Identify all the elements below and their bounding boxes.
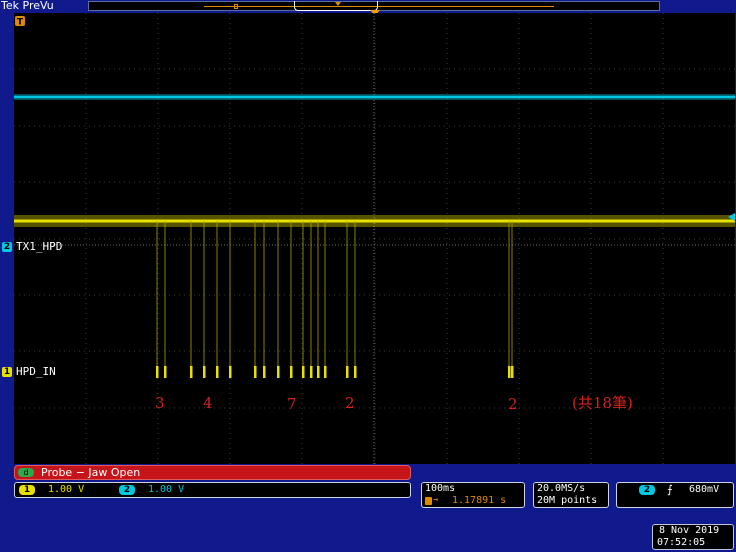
- mode-text: PreVu: [22, 0, 54, 12]
- date-text: 8 Nov 2019: [659, 525, 720, 536]
- ch1-glitch-pulse: [324, 366, 327, 378]
- ch1-glitch-pulse: [277, 366, 280, 378]
- rising-edge-icon: ⨍: [667, 483, 673, 496]
- expansion-point-icon: [335, 2, 341, 6]
- ch1-glitch-pulse: [354, 366, 357, 378]
- sample-rate: 20.0MS/s: [537, 483, 586, 494]
- record-window-line: [204, 6, 554, 7]
- trigger-panel[interactable]: 2 ⨍ 680mV: [616, 482, 734, 508]
- arrow-right-icon: →: [433, 495, 439, 505]
- timebase-position[interactable]: 1.17891 s: [452, 495, 506, 506]
- ch1-glitch-pulse: [263, 366, 266, 378]
- ch1-scale[interactable]: 1.00 V: [48, 484, 84, 495]
- ch1-glitch-pulse: [216, 366, 219, 378]
- ch1-label: HPD_IN: [16, 365, 56, 378]
- annotation-total: (共18筆): [572, 394, 633, 412]
- annotation-count-4: 2: [345, 394, 355, 412]
- probe-status-bar[interactable]: d Probe − Jaw Open: [14, 465, 411, 480]
- timebase-scale[interactable]: 100ms: [425, 483, 455, 494]
- ch1-glitch-pulse: [156, 366, 159, 378]
- ch1-glitch-pulse: [203, 366, 206, 378]
- ch2-label: TX1_HPD: [16, 240, 63, 253]
- timebase-panel[interactable]: 100ms → 1.17891 s: [421, 482, 525, 508]
- trigger-level[interactable]: 680mV: [689, 484, 719, 495]
- probe-badge-icon: d: [18, 468, 34, 477]
- probe-status-text: Probe − Jaw Open: [41, 466, 141, 479]
- trigger-source-badge-icon: 2: [639, 485, 655, 495]
- brand-text: Tek: [1, 0, 19, 12]
- ch1-glitch-pulse: [190, 366, 193, 378]
- ch1-marker-icon[interactable]: 1: [2, 367, 12, 377]
- trigger-position-small-icon: [425, 497, 432, 505]
- ch1-glitch-pulse: [254, 366, 257, 378]
- annotation-count-3: 7: [287, 395, 297, 413]
- ch1-glitch-pulse: [310, 366, 313, 378]
- ch1-glitch-pulse: [508, 366, 511, 378]
- ch1-scale-badge-icon[interactable]: 1: [19, 485, 35, 495]
- channel-scale-panel[interactable]: 1 1.00 V 2 1.00 V: [14, 482, 411, 498]
- ch1-glitch-pulse: [302, 366, 305, 378]
- annotation-count-2: 4: [203, 394, 213, 412]
- time-text: 07:52:05: [657, 537, 706, 548]
- annotation-count-5: 2: [508, 395, 518, 413]
- ch1-glitch-pulse: [346, 366, 349, 378]
- acquisition-panel[interactable]: 20.0MS/s 20M points: [533, 482, 609, 508]
- ch1-glitch-pulse: [290, 366, 293, 378]
- datetime-panel: 8 Nov 2019 07:52:05: [652, 524, 734, 550]
- svg-text:T: T: [17, 18, 24, 28]
- ch2-scale[interactable]: 1.00 V: [148, 484, 184, 495]
- ch1-glitch-pulse: [229, 366, 232, 378]
- top-status-bar: Tek PreVu: [0, 0, 736, 16]
- ch2-scale-badge-icon[interactable]: 2: [119, 485, 135, 495]
- ch1-glitch-pulse: [511, 366, 514, 378]
- trigger-point-icon: [234, 4, 238, 9]
- ch2-marker-icon[interactable]: 2: [2, 242, 12, 252]
- ch1-glitch-pulse: [164, 366, 167, 378]
- trigger-position-icon: T: [15, 16, 25, 28]
- record-length: 20M points: [537, 495, 598, 506]
- brand-label: Tek PreVu: [1, 0, 54, 12]
- ch1-glitch-pulse: [317, 366, 320, 378]
- annotation-count-1: 3: [155, 394, 165, 412]
